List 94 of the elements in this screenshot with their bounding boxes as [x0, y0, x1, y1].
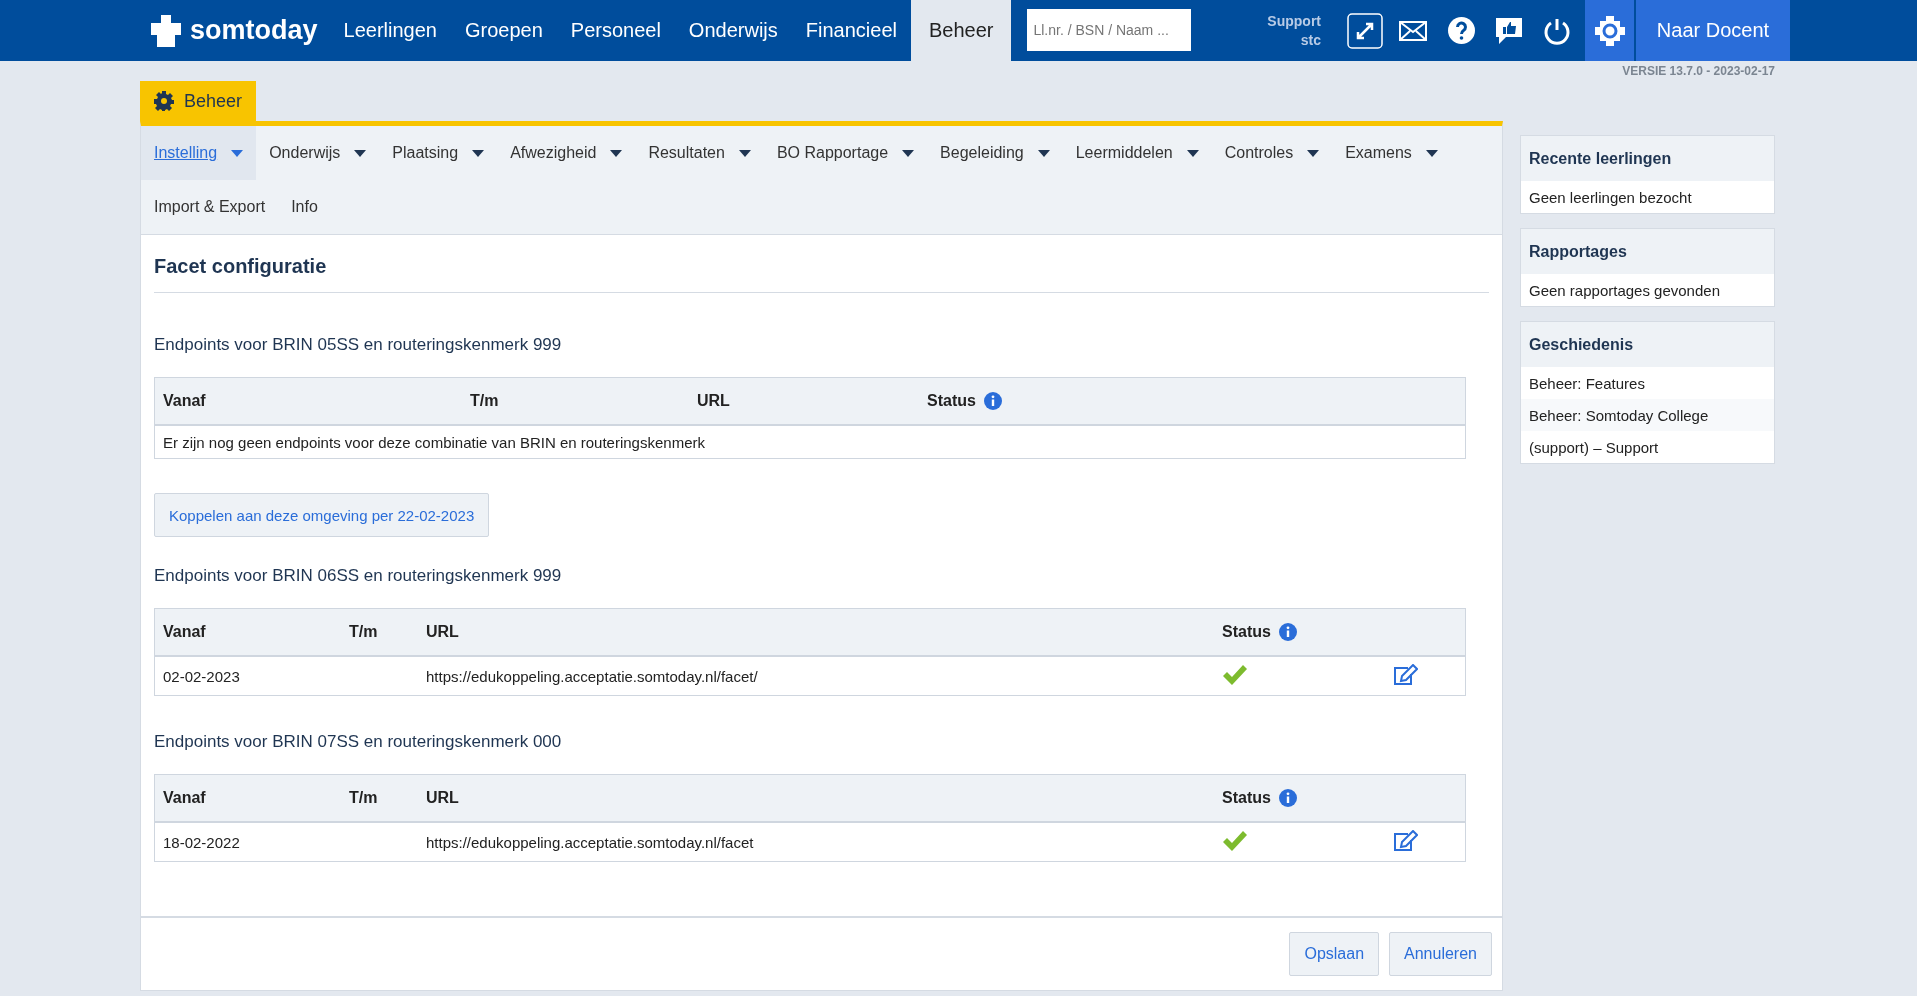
submenu-item[interactable]: Resultaten	[635, 126, 764, 180]
submenu-item[interactable]: Plaatsing	[379, 126, 498, 180]
edit-icon[interactable]	[1392, 829, 1418, 852]
support-label: stc	[1300, 30, 1321, 49]
caret-icon	[231, 149, 244, 157]
card-item[interactable]: Beheer: Somtoday College	[1521, 399, 1774, 431]
submenu-item[interactable]: Info	[278, 180, 331, 234]
caret-icon	[1037, 149, 1050, 157]
nav-tab[interactable]: Personeel	[556, 0, 675, 61]
submenu-label: Leermiddelen	[1075, 144, 1173, 162]
nav-tab[interactable]: Groepen	[450, 0, 557, 61]
column-header: Status	[927, 392, 976, 410]
card-title: Rapportages	[1521, 229, 1774, 274]
column-header: Status	[1222, 789, 1271, 807]
submenu-item[interactable]: Begeleiding	[927, 126, 1063, 180]
submenu-item[interactable]: Examens	[1332, 126, 1451, 180]
caret-icon	[1307, 149, 1320, 157]
caret-icon	[1186, 149, 1199, 157]
naar-docent-button[interactable]: Naar Docent	[1636, 0, 1790, 61]
link-button[interactable]: Koppelen aan deze omgeving per 22-02-2023	[154, 493, 490, 537]
caret-icon	[610, 149, 623, 157]
submenu-item[interactable]: Leermiddelen	[1062, 126, 1212, 180]
submenu-item[interactable]: BO Rapportage	[763, 126, 928, 180]
column-header: T/m	[349, 623, 379, 641]
check-icon	[1222, 829, 1248, 852]
column-header: URL	[697, 392, 731, 410]
submenu-item[interactable]: Onderwijs	[256, 126, 380, 180]
info-icon[interactable]	[983, 392, 1002, 410]
thumbs-up-icon[interactable]	[1495, 16, 1523, 45]
submenu-item[interactable]: Afwezigheid	[497, 126, 636, 180]
version-label: VERSIE 13.7.0 - 2023-02-17	[1621, 63, 1776, 80]
column-header: Status	[1222, 623, 1271, 641]
card-item[interactable]: Geen rapportages gevonden	[1521, 274, 1774, 306]
submenu-item[interactable]: Controles	[1211, 126, 1333, 180]
submenu-label: Plaatsing	[392, 144, 459, 162]
caret-icon	[902, 149, 915, 157]
column-header: T/m	[470, 392, 500, 410]
submenu-label: Onderwijs	[269, 144, 341, 162]
column-header: URL	[426, 623, 460, 641]
info-icon[interactable]	[1278, 789, 1297, 807]
submenu-label: Import & Export	[154, 198, 266, 216]
card-title: Recente leerlingen	[1521, 136, 1774, 181]
submenu-item[interactable]: Instelling	[141, 126, 257, 180]
section-heading: Endpoints voor BRIN 07SS en routeringskenmerk 000	[154, 732, 563, 752]
table-cell-text: https://edukoppeling.acceptatie.somtoday.nl/facet/	[426, 667, 759, 685]
edit-icon[interactable]	[1392, 663, 1418, 686]
logo-text: somtoday	[190, 15, 318, 46]
info-icon[interactable]	[1278, 623, 1297, 641]
column-header: URL	[426, 789, 460, 807]
caret-icon	[738, 149, 751, 157]
submenu-label: BO Rapportage	[776, 144, 889, 162]
column-header: T/m	[349, 789, 379, 807]
submenu-label: Instelling	[154, 144, 218, 162]
table-cell-text: 02-02-2023	[163, 667, 241, 685]
nav-tab[interactable]: Beheer	[910, 0, 1012, 61]
column-header: Vanaf	[163, 623, 207, 641]
section-heading: Endpoints voor BRIN 06SS en routeringskenmerk 999	[154, 566, 563, 586]
nav-tab[interactable]: Financieel	[791, 0, 911, 61]
submenu-label: Info	[291, 198, 318, 216]
table-cell-text: https://edukoppeling.acceptatie.somtoday.nl/facet	[426, 833, 755, 851]
logo[interactable]: somtoday	[148, 0, 318, 61]
gear-icon	[154, 91, 174, 111]
caret-icon	[354, 149, 367, 157]
page-title: Facet configuratie	[154, 235, 1489, 293]
card-title: Geschiedenis	[1521, 322, 1774, 367]
submenu-item[interactable]: Import & Export	[141, 180, 279, 234]
column-header: Vanaf	[163, 392, 207, 410]
expand-icon[interactable]	[1347, 12, 1383, 49]
card-item[interactable]: Geen leerlingen bezocht	[1521, 181, 1774, 213]
power-icon[interactable]	[1543, 16, 1571, 45]
empty-message: Er zijn nog geen endpoints voor deze combinatie van BRIN en routeringskenmerk	[162, 432, 706, 453]
nav-tab[interactable]: Onderwijs	[674, 0, 792, 61]
caret-icon	[1425, 149, 1438, 157]
section-tab-label: Beheer	[184, 90, 243, 112]
footer-button[interactable]: Opslaan	[1289, 932, 1380, 976]
submenu-label: Controles	[1224, 144, 1294, 162]
card-item[interactable]: (support) – Support	[1521, 431, 1774, 463]
submenu-label: Resultaten	[648, 144, 725, 162]
submenu-label: Begeleiding	[940, 144, 1024, 162]
submenu-label: Examens	[1345, 144, 1412, 162]
help-icon[interactable]	[1447, 17, 1475, 44]
card-item[interactable]: Beheer: Features	[1521, 367, 1774, 399]
gear-icon[interactable]	[1593, 14, 1626, 47]
mail-icon[interactable]	[1399, 20, 1427, 41]
table-cell-text: 18-02-2022	[163, 833, 241, 851]
caret-icon	[472, 149, 485, 157]
support-label: Support	[1267, 12, 1321, 31]
check-icon	[1222, 663, 1248, 686]
nav-tab[interactable]: Leerlingen	[329, 0, 451, 61]
submenu-label: Afwezigheid	[510, 144, 597, 162]
section-heading: Endpoints voor BRIN 05SS en routeringskenmerk 999	[154, 335, 563, 355]
footer-button[interactable]: Annuleren	[1389, 932, 1492, 976]
column-header: Vanaf	[163, 789, 207, 807]
search-field[interactable]: Ll.nr. / BSN / Naam ...	[1027, 9, 1192, 51]
